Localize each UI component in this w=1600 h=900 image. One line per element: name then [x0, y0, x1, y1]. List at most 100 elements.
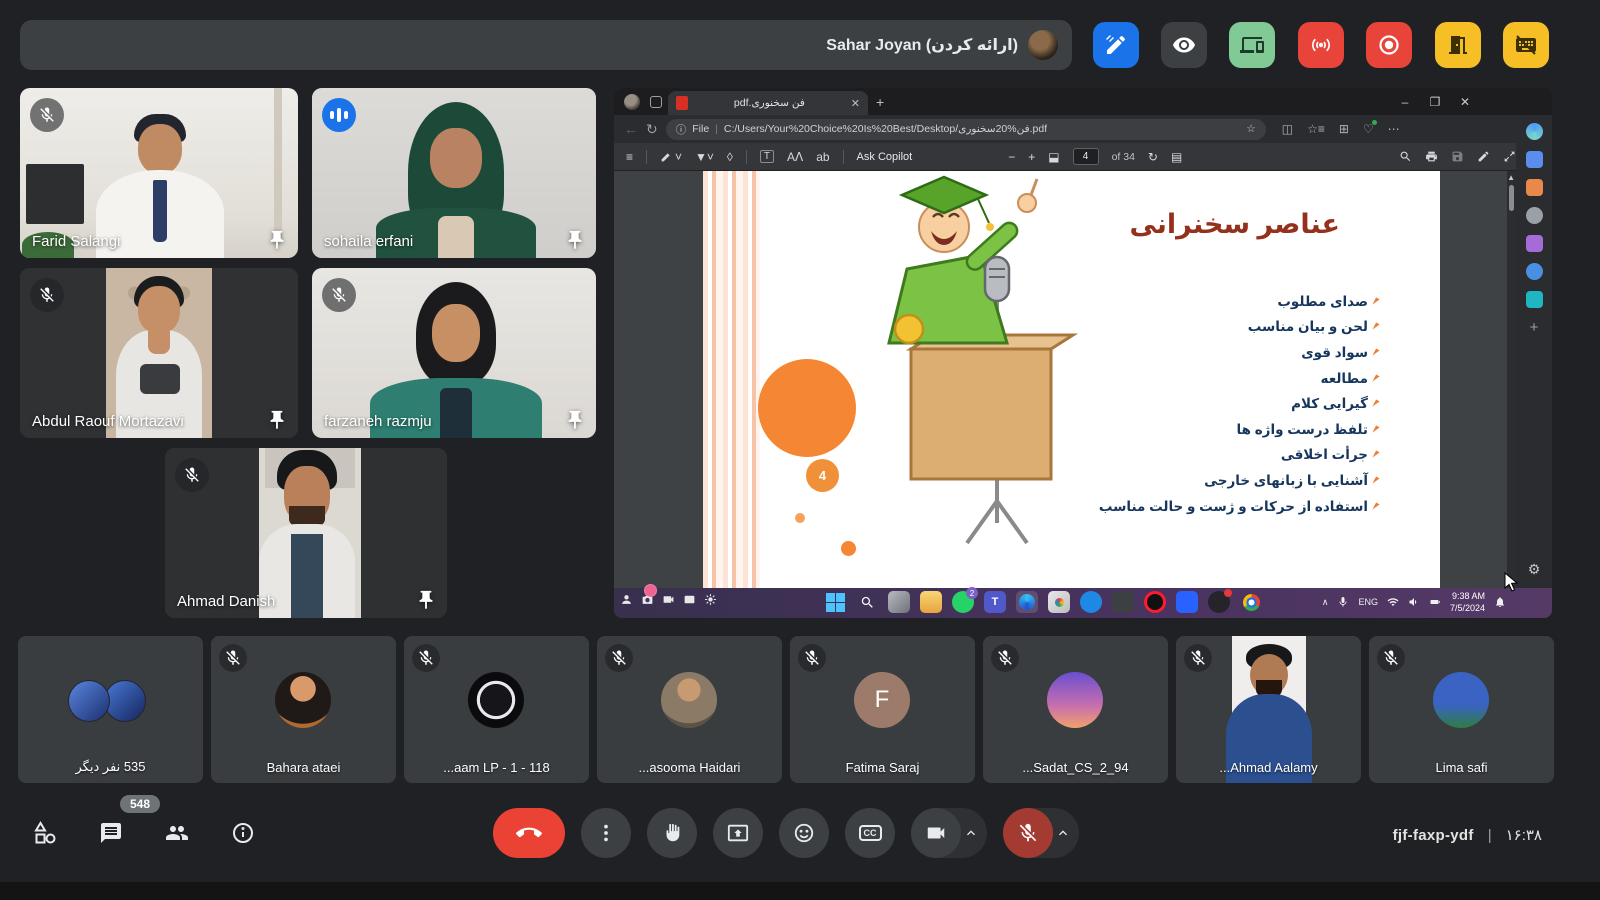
edge-icon[interactable] — [1016, 591, 1038, 613]
tile-sadat-cs[interactable]: ...Sadat_CS_2_94 — [983, 636, 1168, 783]
notifications-bell-icon[interactable] — [1494, 596, 1506, 608]
zoom-out-icon[interactable]: − — [1008, 150, 1015, 164]
screen-share-tile[interactable]: فن سخنوری.pdf ✕ + – ❐ ✕ ← ↻ ⓘ File | C:/… — [614, 88, 1552, 618]
live-broadcast-button[interactable] — [1298, 22, 1344, 68]
dark-app-icon[interactable] — [1112, 591, 1134, 613]
add-text-icon[interactable]: T — [760, 150, 774, 163]
favorite-star-icon[interactable]: ☆ — [1246, 123, 1255, 135]
photos-icon[interactable] — [1048, 591, 1070, 613]
tile-lima-safi[interactable]: Lima safi — [1369, 636, 1554, 783]
chat-button[interactable] — [96, 818, 126, 848]
eye-preview-button[interactable] — [1161, 22, 1207, 68]
more-options-button[interactable] — [581, 808, 631, 858]
sidebar-app-icon-5[interactable] — [1526, 291, 1543, 308]
sidebar-settings-icon[interactable]: ⚙ — [1528, 561, 1541, 578]
sidebar-add-icon[interactable]: + — [1530, 319, 1539, 336]
sidebar-people-icon[interactable] — [1526, 207, 1543, 224]
rotate-icon[interactable]: ↻ — [1148, 150, 1158, 164]
new-tab-button[interactable]: + — [876, 94, 884, 110]
tab-search-icon[interactable] — [650, 96, 662, 108]
browser-profile-avatar[interactable] — [624, 94, 640, 110]
browser-essentials-icon[interactable]: ♡ — [1363, 122, 1374, 136]
opera-icon[interactable] — [1144, 591, 1166, 613]
devices-button[interactable] — [1229, 22, 1275, 68]
draw-pen-icon[interactable]: ˅ — [660, 150, 682, 164]
pin-button[interactable] — [564, 229, 586, 251]
tile-masooma-haidari[interactable]: ...asooma Haidari — [597, 636, 782, 783]
fullscreen-icon[interactable] — [1503, 150, 1516, 163]
wifi-icon[interactable] — [1387, 596, 1399, 608]
mic-button-muted[interactable] — [1003, 808, 1053, 858]
more-menu-icon[interactable]: ⋯ — [1388, 122, 1400, 136]
captions-button[interactable]: CC — [845, 808, 895, 858]
taskbar-clock[interactable]: 9:38 AM 7/5/2024 — [1450, 590, 1485, 614]
tab-close-icon[interactable]: ✕ — [851, 97, 860, 110]
scroll-up-arrow[interactable]: ▲ — [1507, 173, 1515, 182]
video-tile-ahmad-danish[interactable]: Ahmad Danish — [165, 448, 447, 618]
volume-icon[interactable] — [1408, 596, 1420, 608]
keyboard-off-button[interactable] — [1503, 22, 1549, 68]
teams-icon[interactable]: T — [984, 591, 1006, 613]
tile-fatima-saraj[interactable]: F Fatima Saraj — [790, 636, 975, 783]
activities-button[interactable] — [30, 818, 60, 848]
tile-bahara-ataei[interactable]: Bahara ataei — [211, 636, 396, 783]
overflow-tile-others[interactable]: 535 نفر دیگر — [18, 636, 203, 783]
browser-tab[interactable]: فن سخنوری.pdf ✕ — [668, 91, 868, 115]
language-indicator[interactable]: ENG — [1358, 597, 1378, 607]
sidebar-app-icon-4[interactable] — [1526, 263, 1543, 280]
pdf-scrollbar[interactable] — [1507, 171, 1516, 588]
file-explorer-icon[interactable] — [920, 591, 942, 613]
search-document-icon[interactable] — [1399, 150, 1412, 163]
sidebar-copilot-icon[interactable] — [1526, 123, 1543, 140]
tile-ahmad-aalamy[interactable]: ...Ahmad Aalamy — [1176, 636, 1361, 783]
eraser-icon[interactable]: ◊ — [727, 150, 733, 164]
meeting-room-button[interactable] — [1435, 22, 1481, 68]
start-button[interactable] — [824, 591, 846, 613]
mic-options-chevron[interactable] — [1053, 825, 1073, 841]
tray-mic-icon[interactable] — [1337, 596, 1349, 608]
blue-app-icon[interactable] — [1176, 591, 1198, 613]
task-view-icon[interactable] — [888, 591, 910, 613]
toc-icon[interactable]: ≡ — [626, 150, 633, 164]
favorites-icon[interactable]: ☆≡ — [1307, 122, 1325, 136]
video-tile-farzaneh-razmju[interactable]: farzaneh razmju — [312, 268, 596, 438]
window-close-button[interactable]: ✕ — [1450, 95, 1480, 109]
url-field[interactable]: ⓘ File | C:/Users/Your%20Choice%20Is%20B… — [666, 119, 1266, 140]
pin-button[interactable] — [415, 589, 437, 611]
zoom-in-icon[interactable]: + — [1028, 150, 1035, 164]
obs-icon[interactable] — [1208, 591, 1230, 613]
pin-button[interactable] — [266, 409, 288, 431]
pin-button[interactable] — [266, 229, 288, 251]
raise-hand-button[interactable] — [647, 808, 697, 858]
video-tile-farid-salangi[interactable]: Farid Salangi — [20, 88, 298, 258]
present-button[interactable] — [713, 808, 763, 858]
chrome-icon[interactable] — [1240, 591, 1262, 613]
page-number-input[interactable]: 4 — [1073, 148, 1099, 165]
end-call-button[interactable] — [493, 808, 565, 858]
video-tile-sohaila-erfani[interactable]: sohaila erfani — [312, 88, 596, 258]
annotate-pen-button[interactable] — [1093, 22, 1139, 68]
read-aloud-icon[interactable]: Aᐱ — [787, 150, 803, 164]
record-button[interactable] — [1366, 22, 1412, 68]
fit-page-icon[interactable]: ⬓ — [1048, 150, 1059, 164]
window-restore-button[interactable]: ❐ — [1420, 95, 1450, 109]
reactions-button[interactable] — [779, 808, 829, 858]
video-tile-abdul-raouf-mortazavi[interactable]: Abdul Raouf Mortazavi — [20, 268, 298, 438]
split-screen-icon[interactable]: ◫ — [1282, 122, 1293, 136]
tile-aam-lp[interactable]: ...aam LP - 1 - 118 — [404, 636, 589, 783]
sidebar-app-icon-1[interactable] — [1526, 151, 1543, 168]
camera-options-chevron[interactable] — [961, 825, 981, 841]
page-view-icon[interactable]: ▤ — [1171, 150, 1182, 164]
ask-copilot-label[interactable]: Ask Copilot — [857, 151, 913, 163]
window-minimize-button[interactable]: – — [1390, 95, 1420, 109]
dictionary-icon[interactable]: ab — [816, 150, 829, 164]
tray-chevron-icon[interactable]: ∧ — [1322, 597, 1329, 608]
taskbar-search-icon[interactable] — [856, 591, 878, 613]
back-icon[interactable]: ← — [624, 121, 638, 137]
page-info-icon[interactable]: ⓘ — [676, 122, 687, 137]
collections-icon[interactable]: ⊞ — [1339, 122, 1349, 136]
media-app-icon[interactable] — [1080, 591, 1102, 613]
refresh-icon[interactable]: ↻ — [646, 121, 658, 138]
info-button[interactable] — [228, 818, 258, 848]
camera-button[interactable] — [911, 808, 961, 858]
